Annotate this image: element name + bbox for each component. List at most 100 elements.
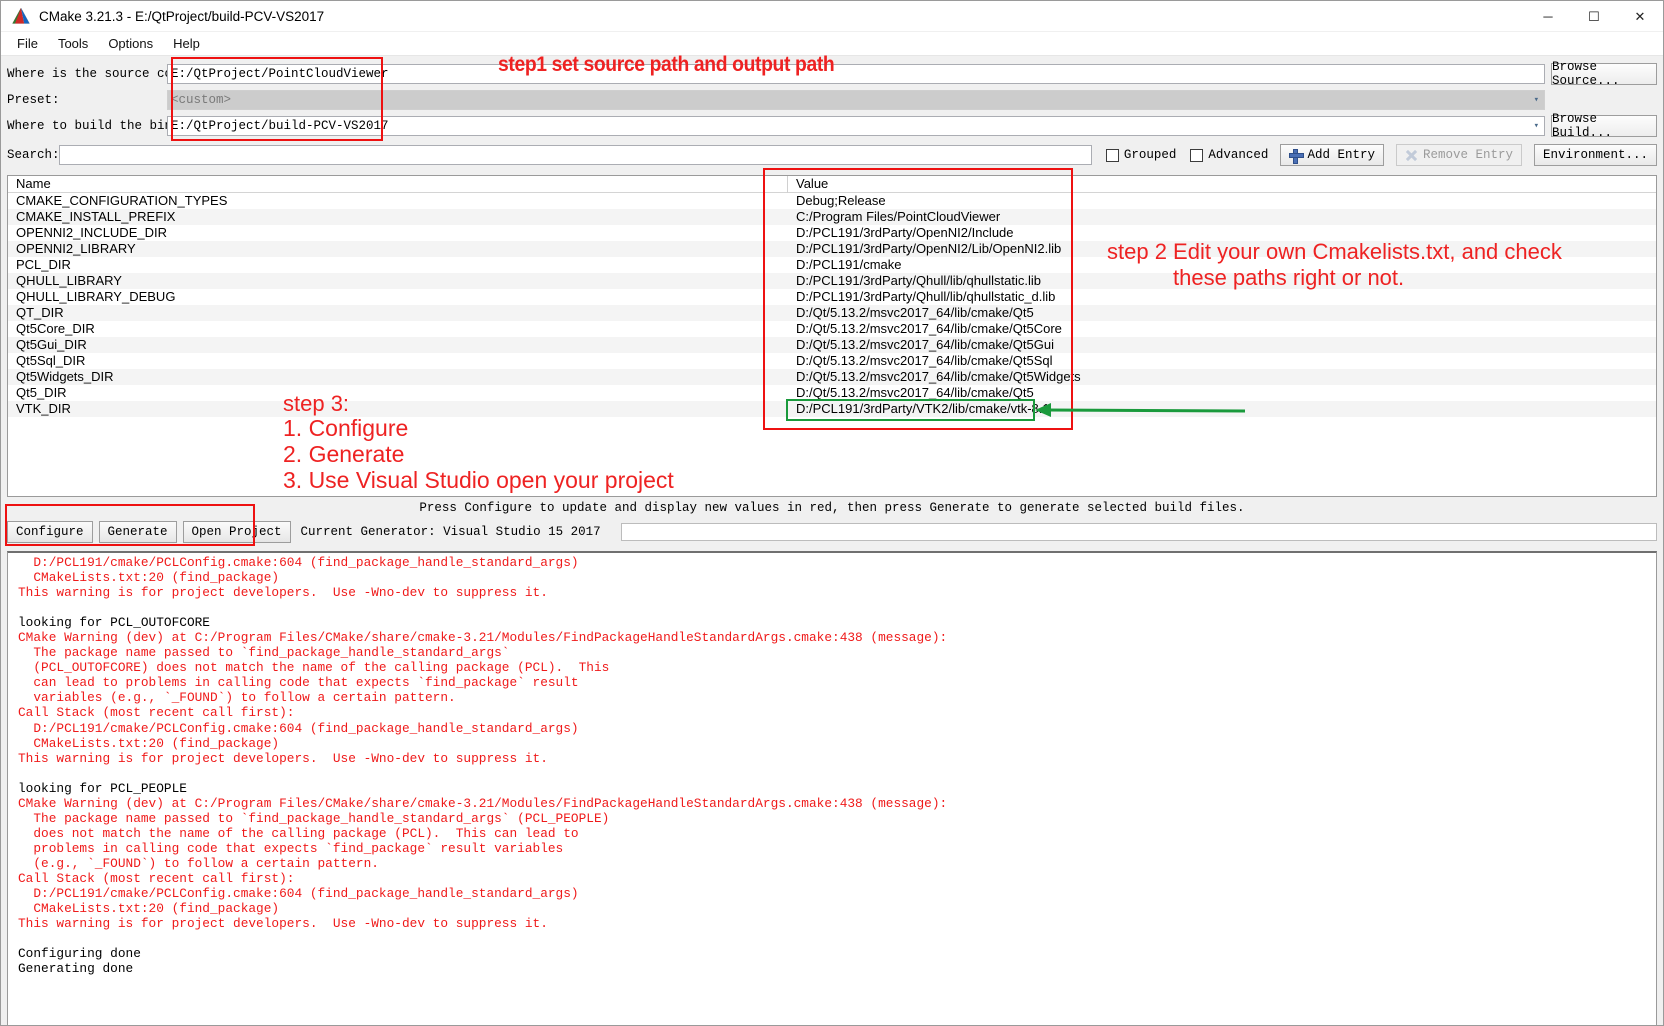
browse-source-button[interactable]: Browse Source...: [1551, 60, 1657, 88]
log-line: CMake Warning (dev) at C:/Program Files/…: [18, 795, 948, 811]
grouped-checkbox[interactable]: [1105, 148, 1119, 162]
cache-entry-name[interactable]: QHULL_LIBRARY_DEBUG: [8, 289, 788, 305]
log-line: This warning is for project developers. …: [18, 916, 548, 932]
cache-entry-name[interactable]: Qt5Core_DIR: [8, 321, 788, 337]
preset-label: Preset:: [7, 93, 60, 107]
search-input[interactable]: [59, 145, 1092, 165]
log-output[interactable]: D:/PCL191/cmake/PCLConfig.cmake:604 (fin…: [7, 551, 1657, 1025]
chevron-down-icon: ▾: [1533, 121, 1539, 131]
maximize-button[interactable]: ☐: [1571, 1, 1617, 32]
window-title: CMake 3.21.3 - E:/QtProject/build-PCV-VS…: [39, 8, 325, 24]
menu-file[interactable]: File: [7, 34, 48, 53]
log-line: CMakeLists.txt:20 (find_package): [18, 735, 280, 751]
cache-entry-value[interactable]: C:/Program Files/PointCloudViewer: [788, 209, 1656, 225]
cache-entry-value[interactable]: D:/PCL191/3rdParty/Qhull/lib/qhullstatic…: [788, 273, 1656, 289]
source-path-input[interactable]: E:/QtProject/PointCloudViewer: [167, 64, 1545, 84]
chevron-down-icon: ▾: [1533, 95, 1539, 105]
table-row[interactable]: Qt5_DIR D:/Qt/5.13.2/msvc2017_64/lib/cmak…: [8, 385, 1656, 401]
cache-entry-value[interactable]: Debug;Release: [788, 193, 1656, 210]
browse-build-button[interactable]: Browse Build...: [1551, 112, 1657, 140]
log-line: looking for PCL_PEOPLE: [18, 780, 187, 796]
table-row[interactable]: OPENNI2_LIBRARY D:/PCL191/3rdParty/OpenNI…: [8, 241, 1656, 257]
cache-entry-name[interactable]: Qt5Widgets_DIR: [8, 369, 788, 385]
minimize-button[interactable]: ─: [1525, 1, 1571, 32]
preset-row: Preset: <custom> ▾: [7, 87, 1657, 113]
action-button-row: Configure Generate Open Project Current …: [7, 519, 1657, 545]
log-line: CMakeLists.txt:20 (find_package): [18, 570, 280, 586]
cache-entry-name[interactable]: CMAKE_INSTALL_PREFIX: [8, 209, 788, 225]
add-entry-button[interactable]: Add Entry: [1280, 144, 1384, 166]
table-row[interactable]: QHULL_LIBRARY D:/PCL191/3rdParty/Qhull/li…: [8, 273, 1656, 289]
cache-entry-name[interactable]: OPENNI2_INCLUDE_DIR: [8, 225, 788, 241]
table-row[interactable]: OPENNI2_INCLUDE_DIR D:/PCL191/3rdParty/Op…: [8, 225, 1656, 241]
log-line: This warning is for project developers. …: [18, 750, 548, 766]
log-body: D:/PCL191/cmake/PCLConfig.cmake:604 (fin…: [18, 555, 1656, 976]
cache-entry-value[interactable]: D:/Qt/5.13.2/msvc2017_64/lib/cmake/Qt5: [788, 305, 1656, 321]
preset-row-spacer: [1551, 89, 1657, 111]
table-row[interactable]: Qt5Core_DIR D:/Qt/5.13.2/msvc2017_64/lib/…: [8, 321, 1656, 337]
cache-entry-value[interactable]: D:/Qt/5.13.2/msvc2017_64/lib/cmake/Qt5Sq…: [788, 353, 1656, 369]
preset-combobox[interactable]: <custom> ▾: [167, 90, 1545, 110]
column-header-name[interactable]: Name: [8, 176, 788, 193]
generate-button[interactable]: Generate: [98, 521, 177, 543]
cache-entry-value[interactable]: D:/PCL191/3rdParty/OpenNI2/Lib/OpenNI2.l…: [788, 241, 1656, 257]
preset-value: <custom>: [171, 93, 232, 107]
cache-entry-name[interactable]: QT_DIR: [8, 305, 788, 321]
close-button[interactable]: ✕: [1617, 1, 1663, 32]
log-line: looking for PCL_OUTOFCORE: [18, 615, 210, 631]
log-line: D:/PCL191/cmake/PCLConfig.cmake:604 (fin…: [18, 720, 579, 736]
cache-entry-value[interactable]: D:/PCL191/3rdParty/VTK2/lib/cmake/vtk-8.…: [788, 401, 1656, 417]
log-line: (e.g., `_FOUND`) to follow a certain pat…: [18, 855, 379, 871]
cache-entry-name[interactable]: PCL_DIR: [8, 257, 788, 273]
remove-entry-label: Remove Entry: [1422, 148, 1513, 162]
build-path-value: E:/QtProject/build-PCV-VS2017: [171, 119, 389, 133]
environment-label: Environment...: [1542, 148, 1648, 162]
cache-entry-value[interactable]: D:/PCL191/cmake: [788, 257, 1656, 273]
open-project-button[interactable]: Open Project: [182, 521, 291, 543]
grouped-checkbox-wrap[interactable]: Grouped: [1105, 148, 1176, 162]
table-row[interactable]: CMAKE_INSTALL_PREFIX C:/Program Files/Poi…: [8, 209, 1656, 225]
table-row[interactable]: Qt5Widgets_DIR D:/Qt/5.13.2/msvc2017_64/l…: [8, 369, 1656, 385]
cache-entry-name[interactable]: CMAKE_CONFIGURATION_TYPES: [8, 193, 788, 210]
cache-entry-name[interactable]: VTK_DIR: [8, 401, 788, 417]
table-row[interactable]: Qt5Gui_DIR D:/Qt/5.13.2/msvc2017_64/lib/c…: [8, 337, 1656, 353]
cache-entry-value[interactable]: D:/Qt/5.13.2/msvc2017_64/lib/cmake/Qt5Wi…: [788, 369, 1656, 385]
build-path-row: Where to build the binaries: E:/QtProjec…: [7, 112, 1657, 140]
advanced-checkbox-wrap[interactable]: Advanced: [1190, 148, 1268, 162]
table-row[interactable]: PCL_DIR D:/PCL191/cmake: [8, 257, 1656, 273]
build-path-combobox[interactable]: E:/QtProject/build-PCV-VS2017 ▾: [167, 116, 1545, 136]
cache-entry-value[interactable]: D:/Qt/5.13.2/msvc2017_64/lib/cmake/Qt5Co…: [788, 321, 1656, 337]
cache-entry-value[interactable]: D:/Qt/5.13.2/msvc2017_64/lib/cmake/Qt5Gu…: [788, 337, 1656, 353]
cache-entry-name[interactable]: QHULL_LIBRARY: [8, 273, 788, 289]
configure-button[interactable]: Configure: [7, 521, 93, 543]
cache-variables-table[interactable]: Name Value CMAKE_CONFIGURATION_TYPES Debu…: [7, 175, 1657, 497]
table-row[interactable]: VTK_DIR D:/PCL191/3rdParty/VTK2/lib/cmake…: [8, 401, 1656, 417]
environment-button[interactable]: Environment...: [1533, 144, 1657, 166]
remove-entry-button[interactable]: Remove Entry: [1395, 144, 1522, 166]
cache-entry-name[interactable]: OPENNI2_LIBRARY: [8, 241, 788, 257]
menu-options[interactable]: Options: [98, 34, 163, 53]
cache-entry-name[interactable]: Qt5_DIR: [8, 385, 788, 401]
advanced-checkbox[interactable]: [1190, 148, 1204, 162]
column-header-value[interactable]: Value: [788, 176, 1656, 193]
log-line: Call Stack (most recent call first):: [18, 705, 295, 721]
log-line: CMake Warning (dev) at C:/Program Files/…: [18, 630, 948, 646]
cache-entry-value[interactable]: D:/PCL191/3rdParty/Qhull/lib/qhullstatic…: [788, 289, 1656, 305]
table-row[interactable]: CMAKE_CONFIGURATION_TYPES Debug;Release: [8, 193, 1656, 210]
table-row[interactable]: Qt5Sql_DIR D:/Qt/5.13.2/msvc2017_64/lib/c…: [8, 353, 1656, 369]
cache-entry-value[interactable]: D:/Qt/5.13.2/msvc2017_64/lib/cmake/Qt5: [788, 385, 1656, 401]
cache-entry-value[interactable]: D:/PCL191/3rdParty/OpenNI2/Include: [788, 225, 1656, 241]
log-line: Configuring done: [18, 946, 141, 962]
cache-entry-name[interactable]: Qt5Gui_DIR: [8, 337, 788, 353]
menu-tools[interactable]: Tools: [48, 34, 98, 53]
log-line: does not match the name of the calling p…: [18, 825, 579, 841]
cache-entry-name[interactable]: Qt5Sql_DIR: [8, 353, 788, 369]
log-line: This warning is for project developers. …: [18, 585, 548, 601]
table-row[interactable]: QHULL_LIBRARY_DEBUG D:/PCL191/3rdParty/Qh…: [8, 289, 1656, 305]
cmake-gui-window: CMake 3.21.3 - E:/QtProject/build-PCV-VS…: [0, 0, 1664, 1026]
menu-help[interactable]: Help: [163, 34, 210, 53]
log-line: Generating done: [18, 961, 134, 977]
table-row[interactable]: QT_DIR D:/Qt/5.13.2/msvc2017_64/lib/cmake…: [8, 305, 1656, 321]
log-line: The package name passed to `find_package…: [18, 645, 510, 661]
